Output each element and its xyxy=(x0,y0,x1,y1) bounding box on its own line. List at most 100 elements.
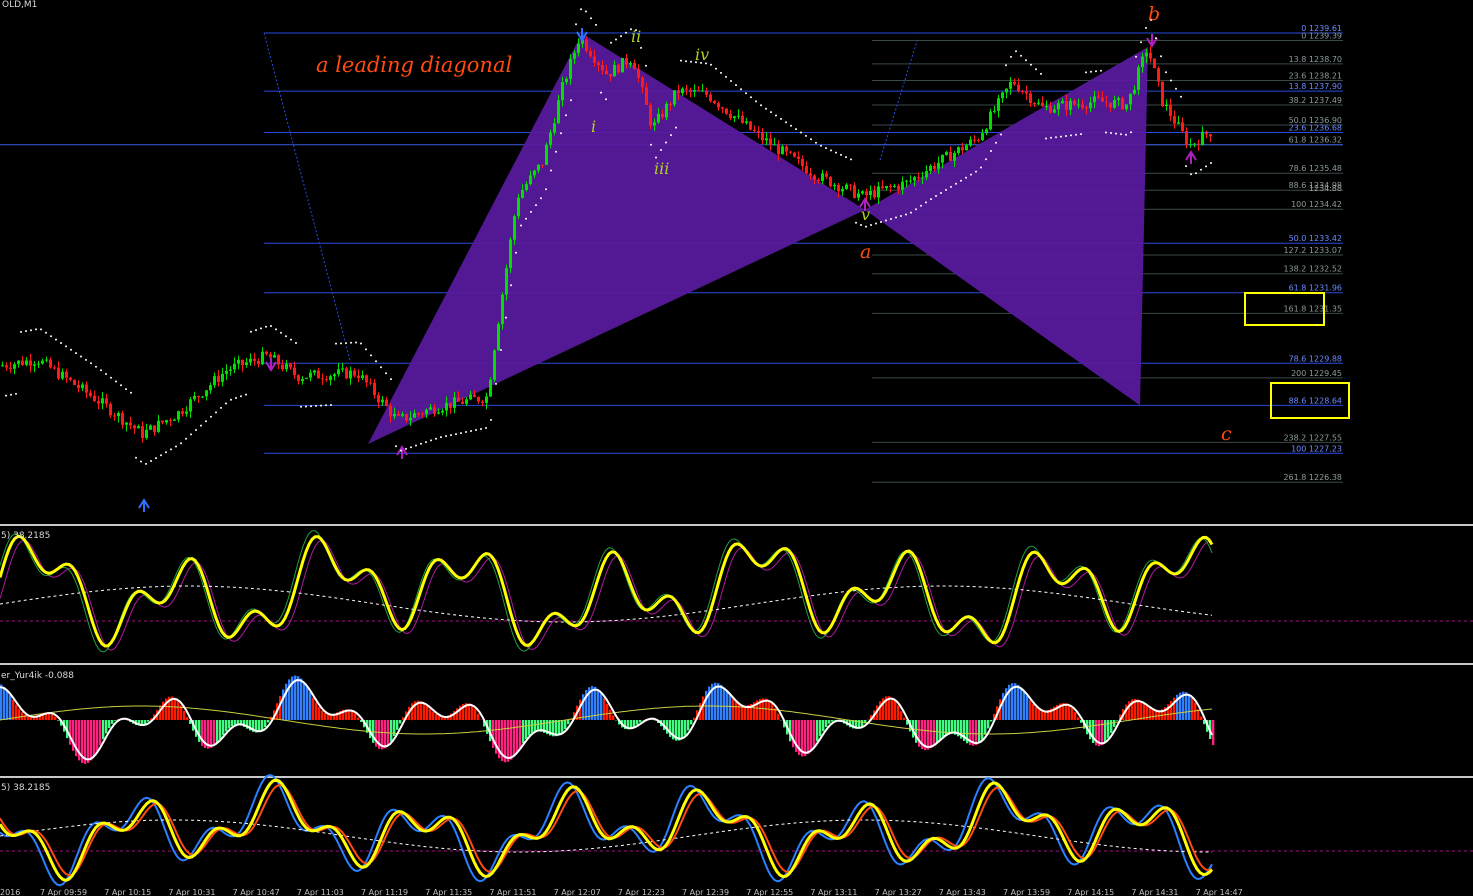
histogram-bar xyxy=(1029,700,1032,720)
histogram-bar xyxy=(18,708,21,720)
candle-body xyxy=(509,239,512,268)
histogram-bar xyxy=(612,715,615,720)
psar-dot xyxy=(1165,71,1167,74)
histogram-bar xyxy=(894,700,897,720)
candle-body xyxy=(105,398,108,404)
psar-dot xyxy=(335,342,337,345)
candle-body xyxy=(521,190,524,198)
psar-dot xyxy=(1025,59,1027,62)
candle-body xyxy=(1153,58,1156,69)
psar-dot xyxy=(505,316,507,319)
candle-body xyxy=(609,74,612,77)
candle-body xyxy=(933,165,936,169)
candle-body xyxy=(733,116,736,118)
candle-body xyxy=(949,151,952,161)
candle-body xyxy=(1193,143,1196,145)
psar-dot xyxy=(30,329,32,332)
psar-dot xyxy=(255,329,257,332)
psar-dot xyxy=(485,427,487,429)
time-axis-tick: 7 Apr 14:31 xyxy=(1131,888,1178,896)
candle-body xyxy=(865,191,868,195)
psar-dot xyxy=(205,420,207,423)
psar-dot xyxy=(1085,71,1087,74)
candle-body xyxy=(489,379,492,397)
psar-dot xyxy=(1065,135,1067,137)
candle-body xyxy=(1061,101,1064,104)
candle-body xyxy=(917,177,920,179)
candle-body xyxy=(1025,91,1028,94)
histogram-bar xyxy=(729,695,732,720)
candle-body xyxy=(421,413,424,415)
histogram-bar xyxy=(471,705,474,720)
psar-dot xyxy=(225,402,227,405)
psar-dot xyxy=(1125,133,1127,136)
psar-dot xyxy=(470,430,472,432)
psar-dot xyxy=(645,64,647,67)
candle-body xyxy=(873,190,876,198)
candle-body xyxy=(297,375,300,382)
candle-body xyxy=(961,147,964,151)
candle-body xyxy=(273,355,276,358)
histogram-bar xyxy=(1152,709,1155,720)
psar-dot xyxy=(895,216,897,219)
histogram-bar xyxy=(828,720,831,724)
psar-dot xyxy=(950,185,952,188)
candle-body xyxy=(929,165,932,171)
time-axis-tick: 2016 xyxy=(0,888,20,896)
histogram-bar xyxy=(3,687,6,720)
time-axis-tick: 7 Apr 11:19 xyxy=(361,888,408,896)
candle-body xyxy=(1185,131,1188,145)
candle-body xyxy=(1081,104,1084,108)
candle-body xyxy=(985,129,988,134)
candle-body xyxy=(1165,104,1168,106)
candle-body xyxy=(1161,81,1164,106)
candle-body xyxy=(889,186,892,187)
candle-body xyxy=(749,121,752,130)
candle-body xyxy=(85,384,88,393)
psar-dot xyxy=(5,394,7,397)
psar-dot xyxy=(460,432,462,435)
candle-body xyxy=(513,216,516,240)
candle-body xyxy=(893,185,896,187)
psar-dot xyxy=(555,150,557,153)
psar-dot xyxy=(250,330,252,333)
candle-body xyxy=(461,401,464,404)
candle-body xyxy=(957,147,960,153)
histogram-bar xyxy=(390,720,393,742)
histogram-bar xyxy=(0,684,3,720)
candle-body xyxy=(485,396,488,403)
histogram-bar xyxy=(726,691,729,720)
candle-body xyxy=(1121,98,1124,110)
candle-body xyxy=(1093,96,1096,103)
psar-dot xyxy=(955,182,957,185)
psar-dot xyxy=(420,442,422,445)
candle-body xyxy=(169,420,172,422)
candle-body xyxy=(349,370,352,379)
histogram-bar xyxy=(114,720,117,721)
psar-dot xyxy=(525,217,527,220)
candle-body xyxy=(325,379,328,381)
candle-body xyxy=(565,78,568,83)
psar-dot xyxy=(100,369,102,372)
candle-body xyxy=(401,414,404,416)
wave-label-i: i xyxy=(591,117,596,136)
candle-body xyxy=(797,156,800,159)
histogram-bar xyxy=(978,720,981,744)
psar-dot xyxy=(545,188,547,191)
fib-level-label: 261.8 1226.38 xyxy=(1283,473,1342,482)
candle-body xyxy=(9,367,12,369)
histogram-bar xyxy=(1191,697,1194,720)
candle-body xyxy=(765,138,768,141)
psar-dot xyxy=(660,149,662,151)
trading-chart[interactable]: 0 1239.610 1239.3913.8 1238.7023.6 1238.… xyxy=(0,0,1473,896)
candle-body xyxy=(941,154,944,163)
psar-dot xyxy=(415,444,417,447)
time-axis-tick: 7 Apr 10:31 xyxy=(168,888,215,896)
psar-dot xyxy=(985,158,987,161)
candle-body xyxy=(413,413,416,418)
psar-dot xyxy=(355,341,357,344)
fib-level-label: 100 1234.42 xyxy=(1291,200,1342,209)
candle-body xyxy=(545,144,548,165)
psar-dot xyxy=(260,327,262,330)
psar-dot xyxy=(1120,133,1122,136)
